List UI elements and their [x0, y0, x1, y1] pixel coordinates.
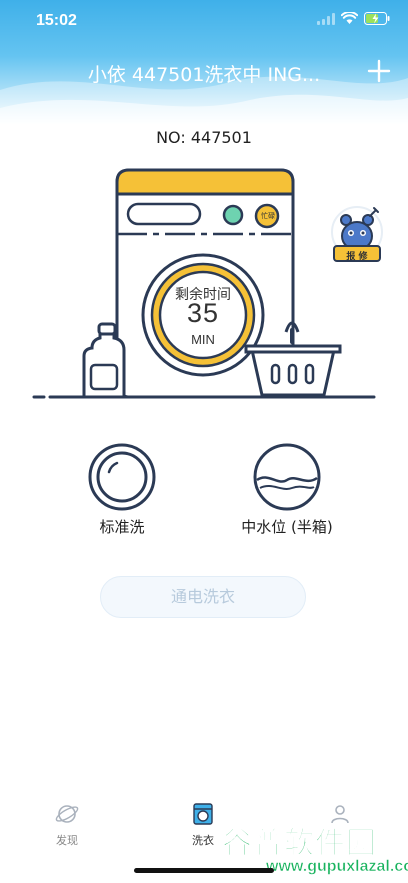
water-level-label: 中水位 (半箱): [241, 518, 333, 536]
title-bar: 小依 447501洗衣中 ING...: [0, 56, 408, 90]
busy-indicator: 忙碌: [261, 212, 275, 220]
standard-wash-icon: [88, 443, 156, 511]
signal-icon: [317, 12, 335, 25]
power-wash-button[interactable]: 通电洗衣: [100, 576, 306, 618]
status-bar: 15:02: [0, 0, 408, 38]
battery-charging-icon: [364, 12, 390, 25]
repair-label: 报 修: [346, 252, 368, 262]
water-level-icon: [253, 443, 321, 511]
watermark-main-text: 谷普软件园: [222, 826, 377, 862]
home-indicator[interactable]: [134, 868, 274, 873]
status-icons: [317, 12, 390, 25]
tab-discover-label: 发现: [56, 834, 78, 847]
status-time: 15:02: [36, 12, 77, 29]
page-title: 小依 447501洗衣中 ING...: [87, 64, 321, 86]
wash-mode-option[interactable]: 标准洗: [52, 442, 192, 537]
remaining-time-value: 35: [186, 298, 220, 328]
add-device-button[interactable]: [366, 58, 392, 84]
washer-illustration: 忙碌 剩余时间 35 MIN: [0, 160, 408, 410]
washer-icon: [193, 803, 213, 825]
wash-mode-label: 标准洗: [99, 518, 145, 536]
planet-icon: [55, 805, 79, 823]
wifi-icon: [341, 12, 358, 24]
watermark-url: www.gupuxlazal.com: [266, 858, 408, 876]
device-number: NO: 447501: [156, 128, 252, 147]
water-level-option[interactable]: 中水位 (半箱): [217, 442, 357, 537]
tab-discover[interactable]: 发现: [37, 796, 97, 848]
site-watermark: 谷普软件园 www.gupuxlazal.com: [222, 818, 408, 883]
remaining-time-unit: MIN: [191, 332, 215, 347]
